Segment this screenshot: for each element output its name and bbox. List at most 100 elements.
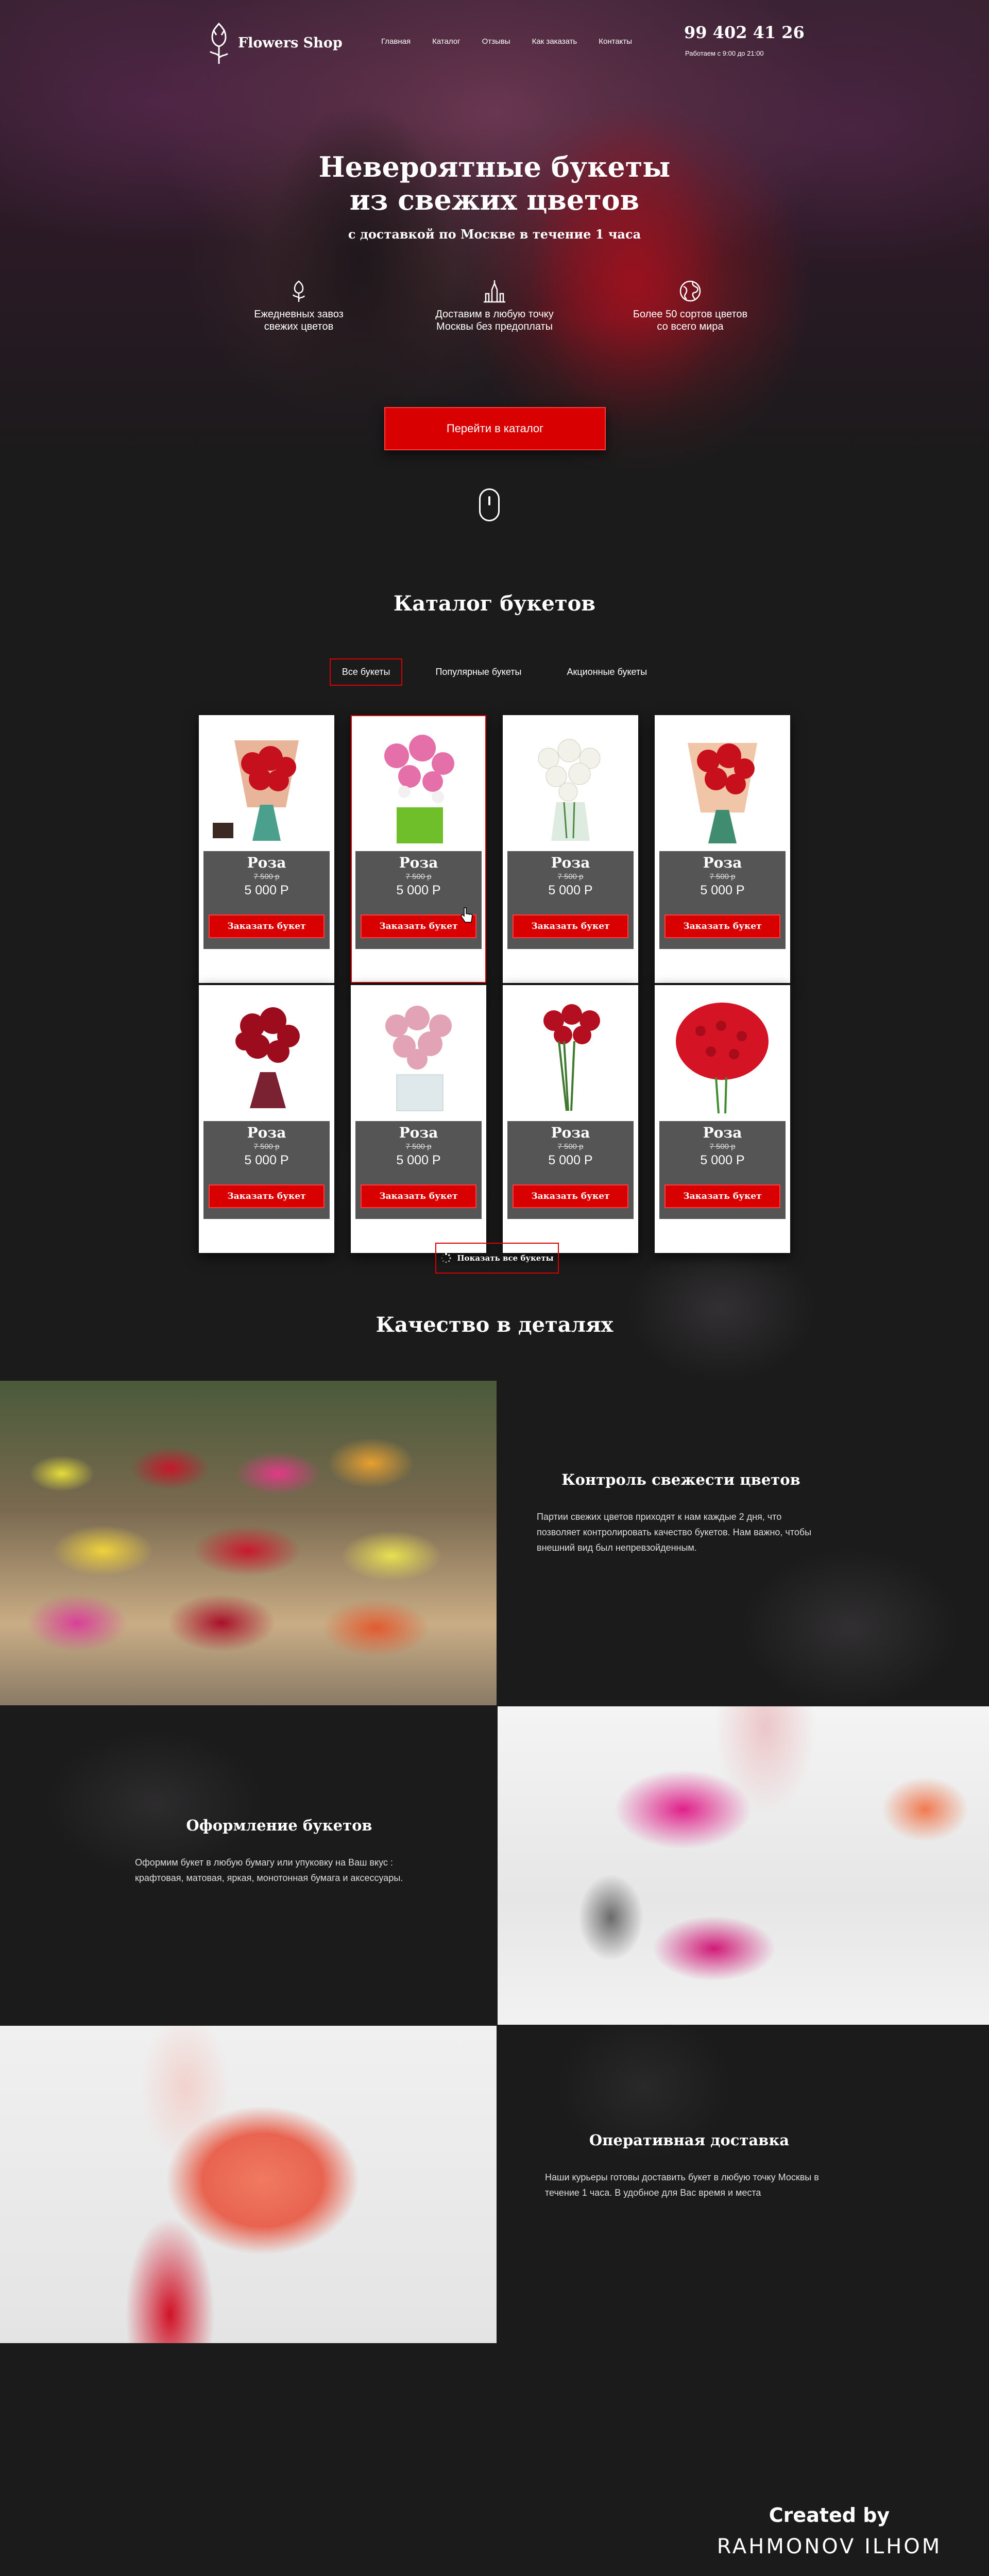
- product-card-frame: Роза 7 500 р5 000 Р Заказать букет: [655, 985, 790, 1253]
- order-bouquet-button[interactable]: Заказать букет: [209, 914, 325, 938]
- product-card-frame: Роза 7 500 р5 000 Р Заказать букет: [351, 985, 486, 1253]
- florist-arranging-photo: [498, 1706, 989, 2025]
- phone-number[interactable]: 99 402 41 26: [684, 23, 805, 42]
- tab-all-bouquets[interactable]: Все букеты: [329, 658, 403, 686]
- product-name: Роза: [551, 1124, 590, 1141]
- product-name: Роза: [703, 854, 742, 871]
- product-old-price: 7 500 р: [709, 872, 736, 881]
- go-to-catalog-button[interactable]: Перейти в каталог: [384, 407, 606, 450]
- tulip-logo-icon: [209, 22, 229, 64]
- order-bouquet-button[interactable]: Заказать букет: [513, 1184, 628, 1208]
- feature-item: Доставим в любую точку Москвы без предоп…: [412, 278, 577, 333]
- scroll-mouse-icon[interactable]: [479, 488, 500, 521]
- product-card[interactable]: Роза 7 500 р5 000 Р Заказать букет: [351, 985, 486, 1253]
- product-info: Роза 7 500 р 5 000 Р Заказать букет: [507, 851, 634, 949]
- product-info: Роза 7 500 р5 000 Р Заказать букет: [355, 851, 482, 949]
- show-all-label: Показать все букеты: [457, 1253, 554, 1263]
- product-old-price: 7 500 р: [405, 872, 432, 881]
- product-card[interactable]: Роза 7 500 р 5 000 Р Заказать букет: [199, 715, 334, 983]
- quality-item-title: Оформление букетов: [186, 1817, 372, 1834]
- order-bouquet-button[interactable]: Заказать букет: [513, 914, 628, 938]
- nav-item-contacts[interactable]: Контакты: [599, 37, 632, 46]
- nav-item-reviews[interactable]: Отзывы: [482, 37, 510, 46]
- logo[interactable]: Flowers Shop: [206, 20, 343, 66]
- product-image[interactable]: [659, 720, 786, 851]
- product-image[interactable]: [355, 720, 482, 851]
- product-price: 5 000 Р: [244, 1153, 289, 1167]
- product-name: Роза: [247, 1124, 286, 1141]
- catalog-tabs: Все букеты Популярные букеты Акционные б…: [0, 658, 989, 686]
- hero-subtitle: с доставкой по Москве в течение 1 часа: [348, 227, 641, 242]
- product-info: Роза 7 500 р5 000 Р Заказать букет: [659, 1121, 786, 1219]
- hand-cursor-icon: [461, 907, 473, 923]
- quality-item-title: Контроль свежести цветов: [561, 1471, 800, 1488]
- product-image[interactable]: [203, 990, 330, 1121]
- product-old-price: 7 500 р: [253, 1142, 280, 1151]
- product-old-price: 7 500 р: [253, 872, 280, 881]
- tab-sale-bouquets[interactable]: Акционные букеты: [554, 658, 659, 686]
- bouquet-delivery-photo: [0, 2026, 497, 2343]
- nav-item-how-to-order[interactable]: Как заказать: [532, 37, 577, 46]
- product-card[interactable]: Роза 7 500 р5 000 Р Заказать букет: [351, 715, 486, 983]
- product-old-price: 7 500 р: [709, 1142, 736, 1151]
- quality-item: Контроль свежести цветов Партии свежих ц…: [537, 1471, 825, 1555]
- product-price: 5 000 Р: [548, 883, 593, 897]
- product-image[interactable]: [203, 720, 330, 851]
- catalog-title: Каталог букетов: [393, 591, 596, 616]
- product-info: Роза 7 500 р 5 000 Р Заказать букет: [659, 851, 786, 949]
- product-card-frame: Роза 7 500 р 5 000 Р Заказать букет: [503, 985, 638, 1253]
- hero-title: Невероятные букеты из свежих цветов: [318, 150, 671, 216]
- quality-item: Оперативная доставка Наши курьеры готовы…: [545, 2131, 833, 2200]
- product-price: 5 000 Р: [700, 883, 745, 897]
- product-card[interactable]: Роза 7 500 р 5 000 Р Заказать букет: [503, 715, 638, 983]
- product-card-frame: Роза 7 500 р 5 000 Р Заказать букет: [199, 985, 334, 1253]
- tab-popular-bouquets[interactable]: Популярные букеты: [423, 658, 534, 686]
- product-image[interactable]: [355, 990, 482, 1121]
- product-name: Роза: [399, 854, 438, 871]
- product-old-price: 7 500 р: [557, 1142, 584, 1151]
- product-old-price: 7 500 р: [557, 872, 584, 881]
- product-price: 5 000 Р: [700, 1153, 745, 1167]
- order-bouquet-button[interactable]: Заказать букет: [361, 1184, 476, 1208]
- product-image[interactable]: [507, 720, 634, 851]
- product-info: Роза 7 500 р 5 000 Р Заказать букет: [203, 851, 330, 949]
- feature-text: Ежедневных завоз свежих цветов: [254, 309, 344, 332]
- product-grid-row: Роза 7 500 р5 000 Р Заказать букет Роза 7 50…: [199, 985, 790, 1253]
- show-all-bouquets-button[interactable]: Показать все букеты: [435, 1243, 559, 1274]
- product-card[interactable]: Роза 7 500 р 5 000 Р Заказать букет: [655, 715, 790, 983]
- loading-spinner-icon: [441, 1253, 451, 1263]
- product-info: Роза 7 500 р 5 000 Р Заказать букет: [203, 1121, 330, 1219]
- product-image[interactable]: [659, 990, 786, 1121]
- product-card-frame: Роза 7 500 р5 000 Р Заказать букет: [351, 715, 486, 983]
- product-price: 5 000 Р: [548, 1153, 593, 1167]
- order-bouquet-button[interactable]: Заказать букет: [664, 914, 780, 938]
- product-name: Роза: [247, 854, 286, 871]
- order-bouquet-button[interactable]: Заказать букет: [664, 1184, 780, 1208]
- flower-market-photo: [0, 1381, 497, 1705]
- product-card[interactable]: Роза 7 500 р 5 000 Р Заказать букет: [199, 985, 334, 1253]
- features-list: Ежедневных завоз свежих цветов Доставим …: [216, 278, 773, 333]
- globe-icon: [679, 280, 701, 302]
- product-card[interactable]: Роза 7 500 р 5 000 Р Заказать букет: [503, 985, 638, 1253]
- product-card-frame: Роза 7 500 р 5 000 Р Заказать букет: [503, 715, 638, 983]
- created-by-label: Created by: [769, 2504, 890, 2527]
- nav-item-home[interactable]: Главная: [381, 37, 411, 46]
- product-card[interactable]: Роза 7 500 р5 000 Р Заказать букет: [655, 985, 790, 1253]
- product-image[interactable]: [507, 990, 634, 1121]
- nav-item-catalog[interactable]: Каталог: [432, 37, 461, 46]
- product-card-frame: Роза 7 500 р 5 000 Р Заказать букет: [199, 715, 334, 983]
- hero-section: Flowers Shop Главная Каталог Отзывы Как …: [0, 0, 989, 536]
- product-price: 5 000 Р: [244, 883, 289, 897]
- product-info: Роза 7 500 р 5 000 Р Заказать букет: [507, 1121, 634, 1219]
- product-price: 5 000 Р: [396, 1153, 441, 1167]
- main-nav: Главная Каталог Отзывы Как заказать Конт…: [381, 37, 632, 46]
- product-name: Роза: [399, 1124, 438, 1141]
- feature-text: Более 50 сортов цветов со всего мира: [633, 309, 748, 332]
- feature-item: Ежедневных завоз свежих цветов: [216, 278, 381, 333]
- order-bouquet-button[interactable]: Заказать букет: [209, 1184, 325, 1208]
- feature-text: Доставим в любую точку Москвы без предоп…: [435, 309, 554, 332]
- product-name: Роза: [551, 854, 590, 871]
- kremlin-icon: [484, 280, 505, 303]
- quality-item-title: Оперативная доставка: [589, 2131, 790, 2149]
- flower-icon: [292, 280, 305, 302]
